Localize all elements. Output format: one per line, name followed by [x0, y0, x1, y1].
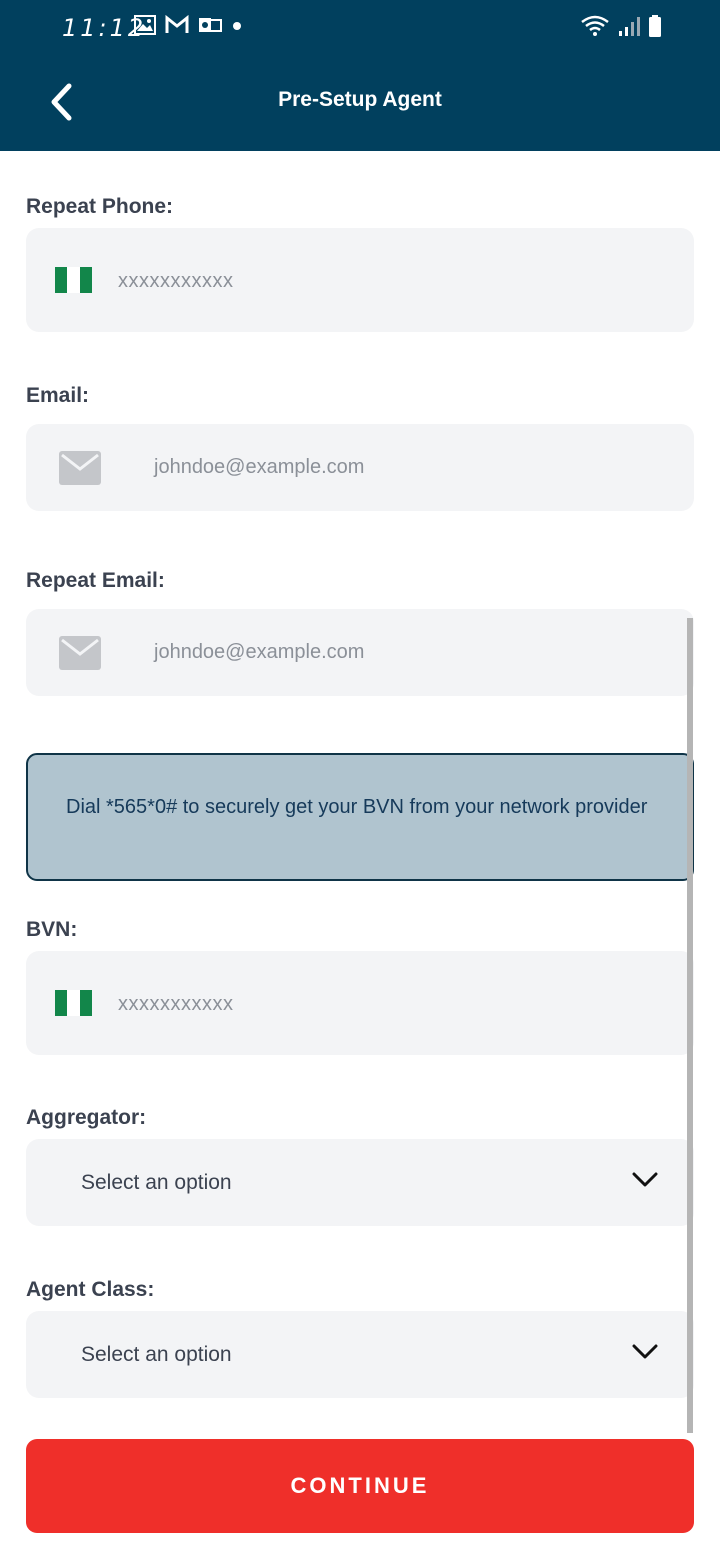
- signal-icon: [619, 17, 640, 36]
- mail-icon: [59, 636, 101, 670]
- repeat-email-placeholder: johndoe@example.com: [154, 641, 365, 663]
- bvn-info-text: Dial *565*0# to securely get your BVN fr…: [66, 796, 648, 818]
- email-label: Email:: [26, 384, 90, 407]
- email-placeholder: johndoe@example.com: [154, 456, 365, 478]
- image-icon: [134, 15, 156, 35]
- aggregator-value: Select an option: [81, 1171, 232, 1194]
- page-title: Pre-Setup Agent: [278, 88, 442, 111]
- repeat-email-field[interactable]: johndoe@example.com: [26, 609, 694, 696]
- repeat-email-label: Repeat Email:: [26, 569, 165, 592]
- scrollbar[interactable]: [687, 618, 693, 1433]
- aggregator-select[interactable]: Select an option: [26, 1139, 694, 1226]
- battery-icon: [649, 15, 661, 37]
- agent-class-value: Select an option: [81, 1343, 232, 1366]
- system-icons: [580, 14, 662, 38]
- repeat-phone-label: Repeat Phone:: [26, 195, 174, 218]
- bvn-placeholder: xxxxxxxxxxx: [118, 993, 234, 1015]
- email-field[interactable]: johndoe@example.com: [26, 424, 694, 511]
- aggregator-label: Aggregator:: [26, 1106, 147, 1129]
- repeat-phone-placeholder: xxxxxxxxxxx: [118, 270, 234, 292]
- dot-icon: [233, 22, 241, 30]
- nigeria-flag-icon: [55, 267, 92, 293]
- bvn-info-box: Dial *565*0# to securely get your BVN fr…: [26, 753, 694, 881]
- agent-class-select[interactable]: Select an option: [26, 1311, 694, 1398]
- agent-class-label: Agent Class:: [26, 1278, 155, 1301]
- bvn-field[interactable]: xxxxxxxxxxx: [26, 951, 694, 1055]
- gmail-icon: [165, 15, 189, 33]
- mail-icon: [59, 451, 101, 485]
- notification-icons: [134, 15, 243, 35]
- wifi-icon: [581, 15, 609, 36]
- app-header: 11:12 Pre-Setup Agent: [0, 0, 720, 151]
- chevron-down-icon: [632, 1344, 658, 1359]
- bvn-label: BVN:: [26, 918, 78, 941]
- nigeria-flag-icon: [55, 990, 92, 1016]
- continue-button[interactable]: CONTINUE: [26, 1439, 694, 1533]
- chevron-down-icon: [632, 1172, 658, 1187]
- repeat-phone-field[interactable]: xxxxxxxxxxx: [26, 228, 694, 332]
- outlook-icon: [199, 18, 222, 32]
